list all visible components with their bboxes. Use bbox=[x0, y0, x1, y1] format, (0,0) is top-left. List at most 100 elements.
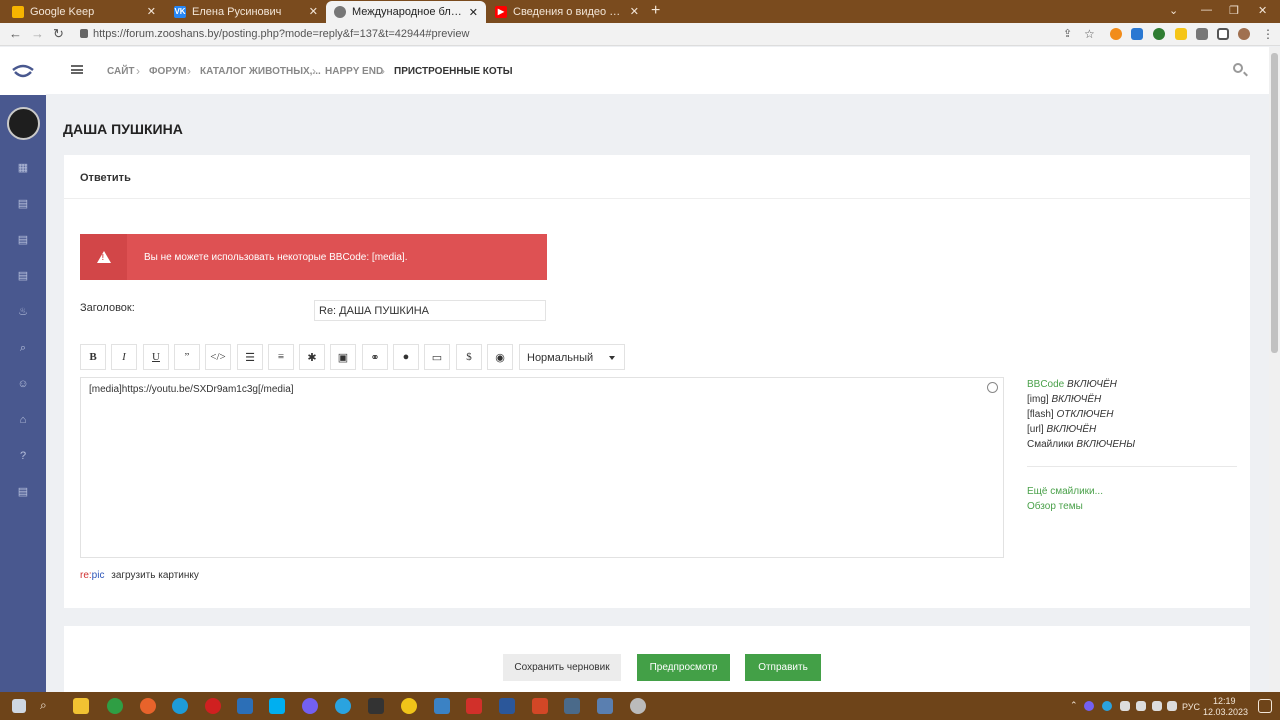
subject-input[interactable] bbox=[314, 300, 546, 321]
reload-icon[interactable]: ↻ bbox=[53, 27, 64, 41]
app-icon[interactable] bbox=[564, 698, 580, 714]
sidepanel-icon[interactable] bbox=[1217, 28, 1229, 40]
underline-button[interactable]: U bbox=[143, 344, 169, 370]
viber-icon[interactable] bbox=[302, 698, 318, 714]
network-icon[interactable] bbox=[1136, 701, 1146, 711]
clock-date[interactable]: 12.03.2023 bbox=[1203, 707, 1248, 717]
tab-google-keep[interactable]: Google Keep ✕ bbox=[4, 1, 164, 22]
chrome-icon[interactable] bbox=[107, 698, 123, 714]
tray-chevron-icon[interactable]: ⌃ bbox=[1070, 700, 1078, 711]
bookmark-star-icon[interactable]: ☆ bbox=[1084, 27, 1095, 41]
topic-review-link[interactable]: Обзор темы bbox=[1027, 501, 1083, 512]
document-icon[interactable]: ▤ bbox=[17, 198, 29, 210]
site-logo[interactable] bbox=[0, 47, 46, 95]
media-button[interactable]: ▭ bbox=[424, 344, 450, 370]
app-icon[interactable] bbox=[237, 698, 253, 714]
spoiler-button[interactable]: $ bbox=[456, 344, 482, 370]
hide-button[interactable]: ◉ bbox=[487, 344, 513, 370]
windows-start-icon[interactable] bbox=[12, 699, 26, 713]
scrollbar-thumb[interactable] bbox=[1271, 53, 1278, 353]
file-explorer-icon[interactable] bbox=[73, 698, 89, 714]
edge-icon[interactable] bbox=[172, 698, 188, 714]
volume-icon[interactable] bbox=[1152, 701, 1162, 711]
photos-icon[interactable] bbox=[434, 698, 450, 714]
telegram-icon[interactable] bbox=[335, 698, 351, 714]
help-icon[interactable]: ? bbox=[17, 450, 29, 462]
code-button[interactable]: </> bbox=[205, 344, 231, 370]
more-smilies-link[interactable]: Ещё смайлики... bbox=[1027, 486, 1103, 497]
opera-icon[interactable] bbox=[205, 698, 221, 714]
font-size-select[interactable]: Нормальный bbox=[519, 344, 625, 370]
breadcrumb-happy-end[interactable]: HAPPY END bbox=[325, 66, 383, 77]
upload-image-link[interactable]: загрузить картинку bbox=[111, 570, 199, 581]
close-icon[interactable]: ✕ bbox=[147, 5, 156, 18]
minimize-button[interactable]: — bbox=[1201, 4, 1212, 16]
puzzle-icon[interactable] bbox=[1196, 28, 1208, 40]
calendar-icon[interactable] bbox=[368, 698, 384, 714]
fire-icon[interactable]: ♨ bbox=[17, 306, 29, 318]
dashboard-icon[interactable]: ▦ bbox=[17, 162, 29, 174]
breadcrumb-site[interactable]: САЙТ bbox=[107, 66, 135, 77]
file-icon[interactable]: ▤ bbox=[17, 234, 29, 246]
calculator-icon[interactable] bbox=[597, 698, 613, 714]
close-window-button[interactable]: ✕ bbox=[1258, 4, 1267, 17]
list-button[interactable]: ☰ bbox=[237, 344, 263, 370]
extension-icon[interactable] bbox=[1131, 28, 1143, 40]
quote-button[interactable]: ” bbox=[174, 344, 200, 370]
extension-icon[interactable] bbox=[1153, 28, 1165, 40]
tray-icon[interactable] bbox=[1120, 701, 1130, 711]
tab-search-icon[interactable]: ⌄ bbox=[1169, 4, 1178, 17]
battery-icon[interactable] bbox=[1167, 701, 1177, 711]
powerpoint-icon[interactable] bbox=[532, 698, 548, 714]
close-icon[interactable]: ✕ bbox=[309, 5, 318, 18]
user-avatar[interactable] bbox=[7, 107, 40, 140]
back-icon[interactable]: ← bbox=[9, 27, 22, 41]
tab-youtube[interactable]: ▶ Сведения о видео - YouTube St ✕ bbox=[487, 1, 647, 22]
breadcrumb-forum[interactable]: ФОРУМ bbox=[149, 66, 186, 77]
tab-forum[interactable]: Международное благотворите ✕ bbox=[326, 1, 486, 23]
rules-icon[interactable]: ▤ bbox=[17, 486, 29, 498]
repic-upload[interactable]: re:pic загрузить картинку bbox=[80, 570, 199, 581]
message-textarea[interactable]: [media]https://youtu.be/SXDr9am1c3g[/med… bbox=[80, 377, 1004, 558]
viber-tray-icon[interactable] bbox=[1084, 701, 1094, 711]
search-icon[interactable]: ⌕ bbox=[40, 698, 56, 714]
firefox-icon[interactable] bbox=[140, 698, 156, 714]
preview-button[interactable]: Предпросмотр bbox=[637, 654, 730, 681]
search-icon[interactable]: ⌕ bbox=[17, 342, 29, 354]
app-icon[interactable] bbox=[401, 698, 417, 714]
close-icon[interactable]: ✕ bbox=[469, 6, 478, 19]
language-indicator[interactable]: РУС bbox=[1182, 702, 1200, 712]
notifications-icon[interactable] bbox=[1258, 699, 1272, 713]
more-menu-icon[interactable]: ⋮ bbox=[1262, 27, 1274, 41]
tab-vk[interactable]: VK Елена Русинович ✕ bbox=[166, 1, 326, 22]
url-field[interactable]: https://forum.zooshans.by/posting.php?mo… bbox=[93, 28, 469, 40]
skype-icon[interactable] bbox=[269, 698, 285, 714]
extension-icon[interactable] bbox=[1175, 28, 1187, 40]
close-icon[interactable]: ✕ bbox=[630, 5, 639, 18]
color-button[interactable]: ● bbox=[393, 344, 419, 370]
save-draft-button[interactable]: Сохранить черновик bbox=[503, 654, 621, 681]
acrobat-icon[interactable] bbox=[466, 698, 482, 714]
notes-icon[interactable]: ▤ bbox=[17, 270, 29, 282]
word-icon[interactable] bbox=[499, 698, 515, 714]
image-button[interactable]: ▣ bbox=[330, 344, 356, 370]
restore-button[interactable]: ❐ bbox=[1229, 4, 1239, 17]
bbcode-status-label[interactable]: BBCode bbox=[1027, 379, 1064, 390]
numbered-list-button[interactable]: ≡ bbox=[268, 344, 294, 370]
smiley-icon[interactable] bbox=[987, 382, 998, 393]
bold-button[interactable]: B bbox=[80, 344, 106, 370]
profile-avatar[interactable] bbox=[1238, 28, 1250, 40]
link-button[interactable]: ⚭ bbox=[362, 344, 388, 370]
extension-icon[interactable] bbox=[1110, 28, 1122, 40]
header-search-icon[interactable] bbox=[1233, 63, 1243, 73]
submit-button[interactable]: Отправить bbox=[745, 654, 821, 681]
italic-button[interactable]: I bbox=[111, 344, 137, 370]
users-icon[interactable]: ☺ bbox=[17, 378, 29, 390]
breadcrumb-catalog[interactable]: КАТАЛОГ ЖИВОТНЫХ,... bbox=[200, 66, 321, 77]
list-item-button[interactable]: ✱ bbox=[299, 344, 325, 370]
app-icon[interactable] bbox=[630, 698, 646, 714]
new-tab-button[interactable]: + bbox=[651, 3, 660, 19]
page-scrollbar[interactable] bbox=[1269, 47, 1280, 692]
hamburger-menu-icon[interactable] bbox=[71, 65, 83, 74]
share-icon[interactable]: ⇪ bbox=[1063, 27, 1072, 41]
